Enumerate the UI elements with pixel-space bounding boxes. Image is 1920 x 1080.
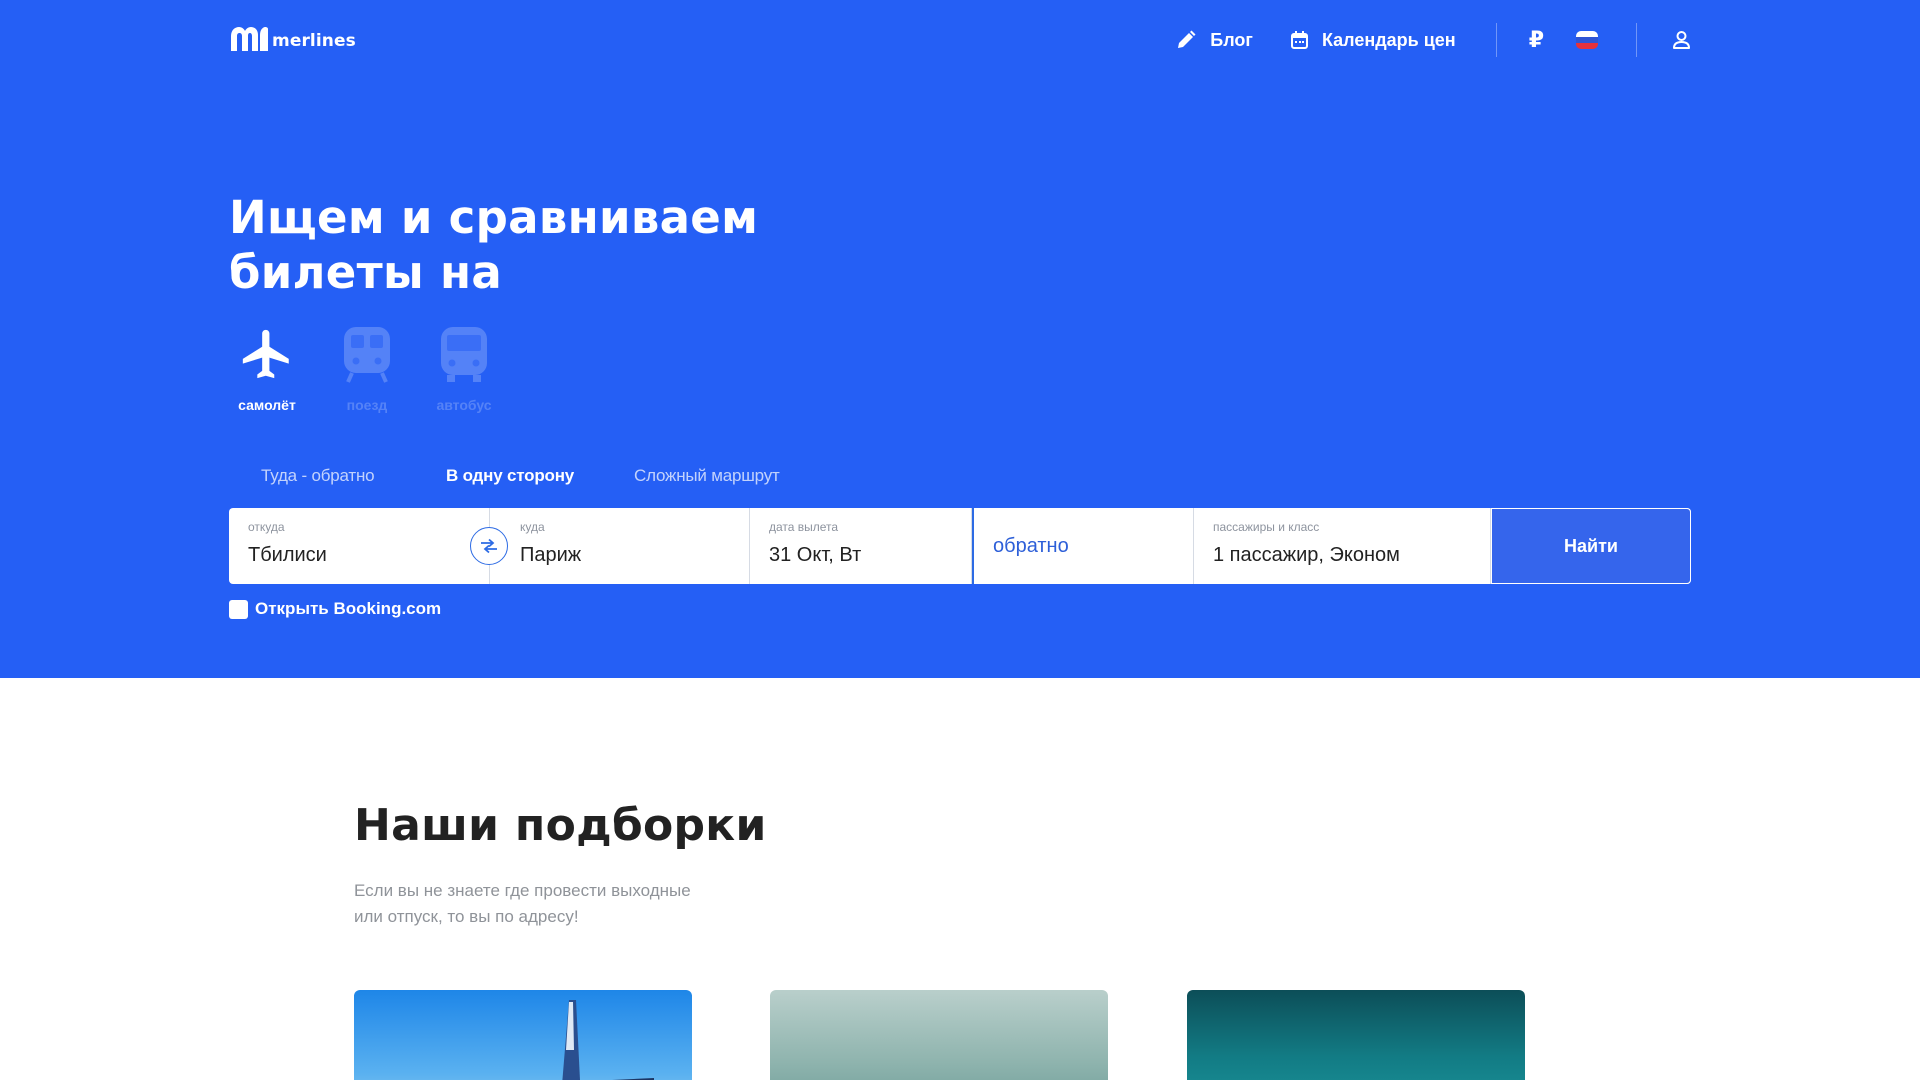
nav-calendar-label: Календарь цен [1321,29,1456,50]
passengers-class-label: пассажиры и класс [1213,520,1320,534]
collection-card-airplane[interactable] [354,990,692,1080]
departure-date-label: дата вылета [769,520,839,534]
tab-one-way[interactable]: В одну сторону [446,466,574,486]
merlines-logo-icon [231,27,268,51]
destination-label: куда [520,520,545,534]
language-flag-icon[interactable] [1576,31,1598,49]
booking-checkbox[interactable] [229,599,248,619]
user-icon[interactable] [1672,30,1691,50]
transport-bus-label: автобус [436,397,492,413]
return-date-field[interactable]: обратно [972,508,1194,584]
train-icon [344,327,390,383]
nav-blog-label: Блог [1210,29,1253,50]
brand-name: merlines [272,31,356,51]
headline-line-1: Ищем и сравниваем [229,191,759,244]
transport-train[interactable]: поезд [322,325,412,413]
collections-title: Наши подборки [354,800,767,851]
calendar-icon [1290,31,1308,49]
airplane-tail-image [562,1000,654,1080]
headline-line-2: билеты на [229,246,503,299]
passengers-class-value: 1 пассажир, Эконом [1213,544,1400,566]
collections-subtitle: Если вы не знаете где провести выходные … [354,878,774,930]
origin-field[interactable]: откуда Тбилиси [229,508,490,584]
transport-plane-label: самолёт [238,397,296,413]
logo[interactable]: merlines [229,26,356,52]
pencil-icon [1176,30,1196,50]
transport-bus[interactable]: автобус [419,325,509,413]
transport-train-label: поезд [346,397,388,413]
nav-divider [1636,23,1637,57]
departure-date-value: 31 Окт, Вт [769,544,862,566]
search-form: откуда Тбилиси куда Париж дата вылета 31… [229,508,1691,584]
tab-multi-city[interactable]: Сложный маршрут [634,466,780,486]
destination-field[interactable]: куда Париж [490,508,750,584]
booking-checkbox-row[interactable]: Открыть Booking.com [229,599,441,619]
transport-plane[interactable]: самолёт [222,325,312,413]
airplane-icon [242,329,289,379]
swap-direction-icon[interactable] [470,527,508,565]
departure-date-field[interactable]: дата вылета 31 Окт, Вт [750,508,972,584]
nav-calendar-link[interactable]: Календарь цен [1290,29,1456,51]
nav-blog-link[interactable]: Блог [1176,30,1253,51]
tab-round-trip[interactable]: Туда - обратно [261,466,375,486]
nav-divider [1495,23,1497,57]
top-nav: Блог Календарь цен ₽ [1176,23,1691,57]
destination-value: Париж [520,544,582,566]
passengers-class-field[interactable]: пассажиры и класс 1 пассажир, Эконом [1194,508,1491,584]
search-button[interactable]: Найти [1491,508,1691,584]
collections-subtitle-line-1: Если вы не знаете где провести выходные [354,881,691,900]
currency-selector[interactable]: ₽ [1529,27,1544,53]
return-date-placeholder: обратно [993,534,1069,557]
bus-icon [441,327,487,382]
collection-card-lagoon[interactable] [1187,990,1525,1080]
booking-checkbox-label: Открыть Booking.com [255,599,442,618]
origin-value: Тбилиси [248,544,327,566]
page-title: Ищем и сравниваем билеты на [229,190,829,300]
collection-card-sea[interactable] [770,990,1108,1080]
collections-subtitle-line-2: или отпуск, то вы по адресу! [354,907,579,926]
origin-label: откуда [248,520,285,534]
